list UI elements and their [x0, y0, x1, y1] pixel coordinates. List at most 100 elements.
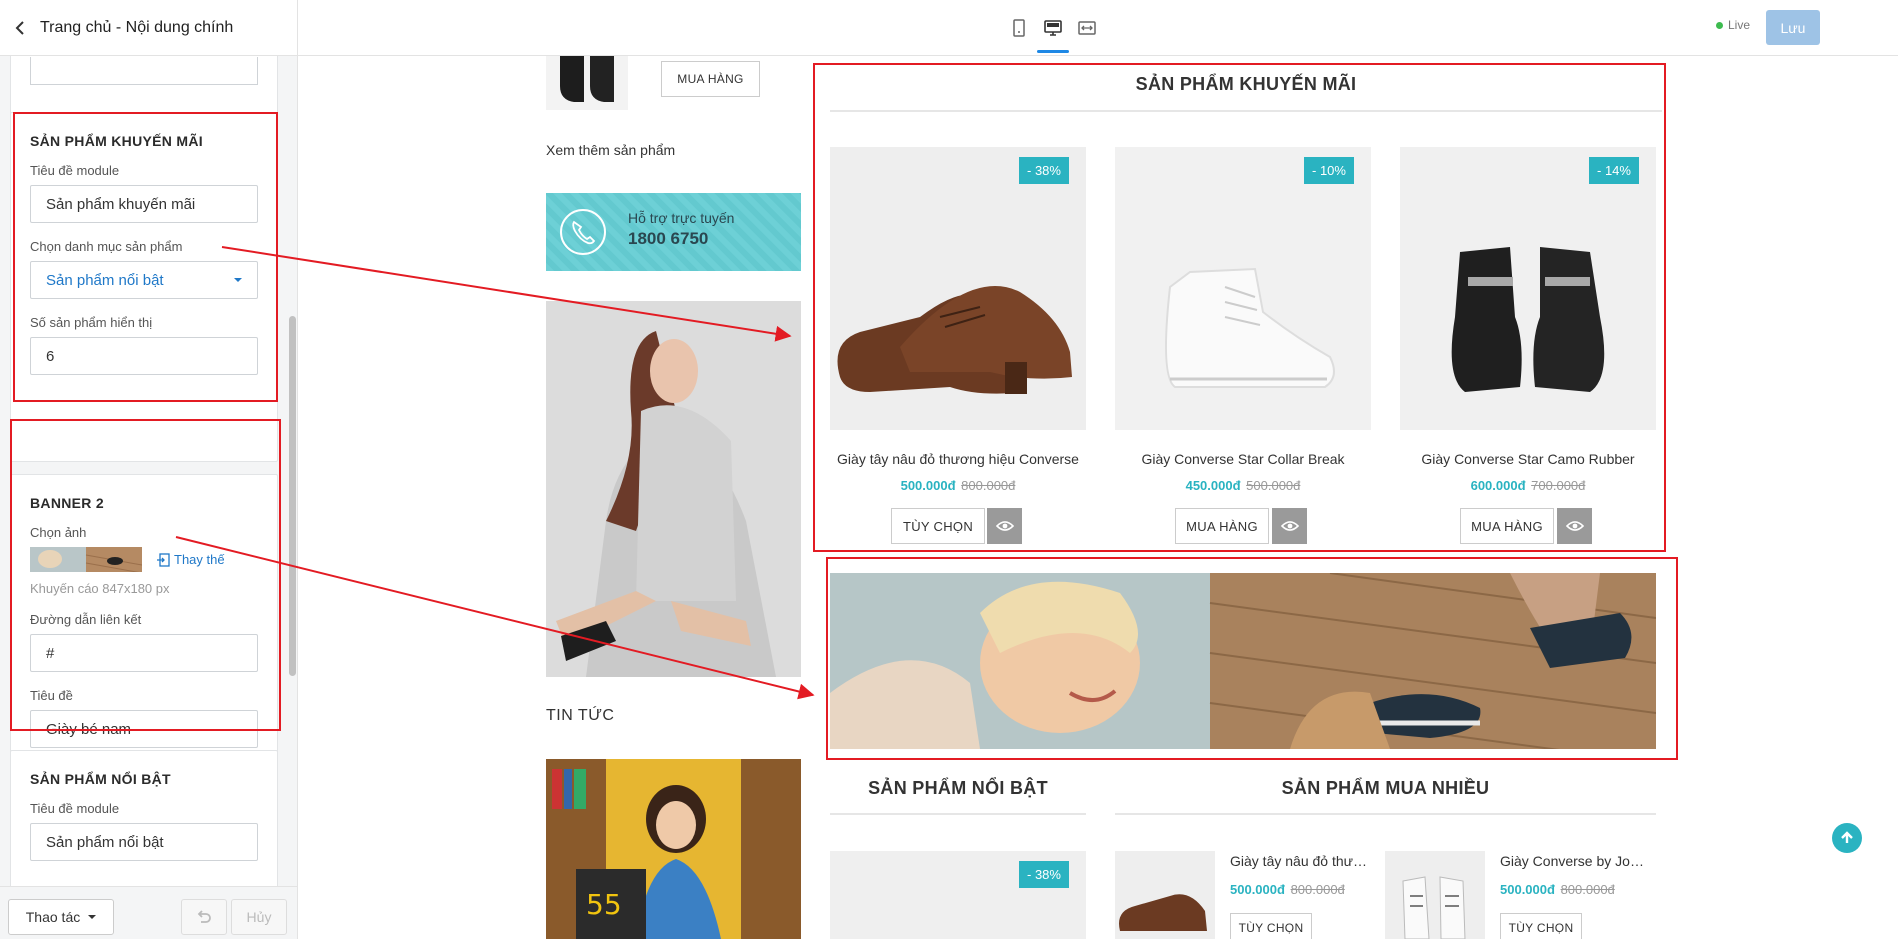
arrow-up-icon	[1841, 831, 1853, 843]
back-to-top-button[interactable]	[1832, 823, 1862, 853]
sale-price: 500.000đ	[900, 478, 956, 493]
featured-section-title: SẢN PHẨM NỔI BẬT	[868, 778, 1048, 798]
product-thumbnail-boots[interactable]	[546, 56, 628, 110]
discount-badge: - 38%	[1019, 861, 1069, 888]
buy-button[interactable]: MUA HÀNG	[1460, 508, 1554, 544]
panel-heading: SẢN PHẨM NỔI BẬT	[30, 771, 171, 787]
product-thumbnail[interactable]	[1385, 851, 1485, 939]
fashion-model-banner[interactable]	[546, 301, 801, 677]
panel-promo-products: SẢN PHẨM KHUYẾN MÃI Tiêu đề module Sản p…	[10, 112, 278, 462]
product-thumbnail[interactable]	[1115, 851, 1215, 939]
product-name[interactable]: Giày tây nâu đỏ thương hiệu Converse	[1230, 853, 1370, 869]
sale-price: 600.000đ	[1470, 478, 1526, 493]
buy-button[interactable]: MUA HÀNG	[661, 61, 760, 97]
caret-down-icon	[234, 278, 242, 282]
quick-view-button[interactable]	[1272, 508, 1307, 544]
panel-heading: BANNER 2	[30, 495, 104, 511]
original-price: 800.000đ	[961, 478, 1016, 493]
category-select[interactable]: Sản phẩm nổi bật	[30, 261, 258, 299]
promo-title-divider	[830, 110, 1662, 112]
mobile-view-button[interactable]	[1008, 14, 1030, 42]
discount-badge: - 10%	[1304, 157, 1354, 184]
sale-price: 500.000đ	[1230, 882, 1285, 897]
black-high-top-image	[1400, 147, 1656, 430]
replace-image-button[interactable]: Thay thế	[156, 552, 225, 567]
see-more-link[interactable]: Xem thêm sản phẩm	[546, 142, 675, 158]
product-count-label: Số sản phẩm hiển thị	[30, 315, 153, 330]
image-picker: Thay thế	[30, 547, 258, 572]
banner-title-label: Tiêu đề	[30, 688, 73, 703]
product-price: 450.000đ 500.000đ	[1115, 478, 1371, 493]
bestseller-title-divider	[1115, 813, 1656, 815]
product-name[interactable]: Giày Converse Star Camo Rubber	[1400, 451, 1656, 467]
save-button[interactable]: Lưu	[1766, 10, 1820, 45]
product-image[interactable]	[1400, 147, 1656, 430]
image-label: Chọn ảnh	[30, 525, 87, 540]
previous-input[interactable]	[30, 57, 258, 85]
product-price: 500.000đ 800.000đ	[830, 478, 1086, 493]
support-phone: 1800 6750	[628, 229, 709, 248]
options-button[interactable]: TÙY CHỌN	[1500, 913, 1582, 939]
cancel-button[interactable]: Hủy	[231, 899, 287, 935]
sidebar-scrollbar-thumb[interactable]	[289, 316, 296, 676]
news-thumbnail[interactable]: 55	[546, 759, 801, 939]
bestseller-section-title: SẢN PHẨM MUA NHIỀU	[1281, 778, 1490, 798]
kids-banner-image[interactable]	[830, 573, 1656, 749]
live-dot-icon	[1716, 21, 1723, 29]
panel-heading: SẢN PHẨM KHUYẾN MÃI	[30, 133, 203, 149]
page-title: Trang chủ - Nội dung chính	[40, 19, 234, 36]
discount-badge: - 38%	[1019, 157, 1069, 184]
replace-label: Thay thế	[174, 552, 225, 567]
chevron-left-icon	[15, 21, 24, 35]
original-price: 800.000đ	[1290, 882, 1345, 897]
banner-thumbnail[interactable]	[30, 547, 142, 572]
module-title-input[interactable]: Sản phẩm nổi bật	[30, 823, 258, 861]
sidebar-header: Trang chủ - Nội dung chính	[0, 0, 298, 56]
sale-price: 450.000đ	[1185, 478, 1241, 493]
quick-view-button[interactable]	[1557, 508, 1592, 544]
sale-price: 500.000đ	[1500, 882, 1555, 897]
product-count-input[interactable]: 6	[30, 337, 258, 375]
undo-icon	[197, 910, 211, 923]
link-input[interactable]: #	[30, 634, 258, 672]
actions-dropdown[interactable]: Thao tác	[8, 899, 114, 935]
back-button[interactable]	[0, 0, 40, 56]
options-button[interactable]: TÙY CHỌN	[891, 508, 985, 544]
support-banner[interactable]: Hỗ trợ trực tuyến 1800 6750	[546, 193, 801, 271]
product-name[interactable]: Giày Converse by John Varvatos	[1500, 853, 1645, 869]
featured-title-divider	[830, 813, 1086, 815]
original-price: 700.000đ	[1531, 478, 1586, 493]
module-title-label: Tiêu đề module	[30, 801, 120, 816]
original-price: 500.000đ	[1246, 478, 1301, 493]
discount-badge: - 14%	[1589, 157, 1639, 184]
page-preview: MUA HÀNG Xem thêm sản phẩm Hỗ trợ trực t…	[299, 56, 1898, 939]
panel-banner-2: BANNER 2 Chọn ảnh Thay thế Khuyến cáo 84…	[10, 474, 278, 784]
product-image[interactable]	[830, 147, 1086, 430]
image-size-hint: Khuyến cáo 847x180 px	[30, 581, 170, 596]
actions-label: Thao tác	[25, 909, 81, 925]
product-name[interactable]: Giày Converse Star Collar Break	[1115, 451, 1371, 467]
support-label: Hỗ trợ trực tuyến	[628, 210, 735, 226]
desktop-view-button[interactable]	[1037, 14, 1069, 53]
product-name[interactable]: Giày tây nâu đỏ thương hiệu Converse	[830, 451, 1086, 467]
live-indicator: Live	[1716, 18, 1750, 32]
fullwidth-view-button[interactable]	[1076, 14, 1098, 42]
undo-button[interactable]	[181, 899, 227, 935]
eye-icon	[995, 521, 1014, 531]
buy-button[interactable]: MUA HÀNG	[1175, 508, 1269, 544]
quick-view-button[interactable]	[987, 508, 1022, 544]
module-title-label: Tiêu đề module	[30, 163, 120, 178]
caret-down-icon	[88, 915, 97, 919]
sidebar-footer: Thao tác Hủy	[0, 886, 297, 939]
options-button[interactable]: TÙY CHỌN	[1230, 913, 1312, 939]
device-switcher	[1008, 14, 1098, 53]
expand-width-icon	[1078, 21, 1096, 35]
link-label: Đường dẫn liên kết	[30, 612, 142, 627]
banner-title-input[interactable]: Giày bé nam	[30, 710, 258, 748]
category-label: Chọn danh mục sản phẩm	[30, 239, 183, 254]
brown-oxford-shoe-image	[830, 147, 1086, 430]
product-price: 500.000đ 800.000đ	[1500, 882, 1615, 897]
product-image[interactable]	[1115, 147, 1371, 430]
module-title-input[interactable]: Sản phẩm khuyến mãi	[30, 185, 258, 223]
news-heading: TIN TỨC	[546, 707, 615, 724]
